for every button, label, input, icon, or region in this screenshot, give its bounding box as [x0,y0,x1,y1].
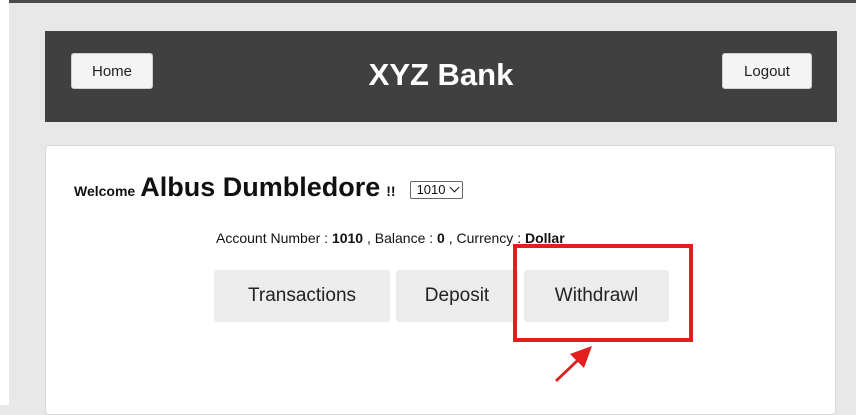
account-panel: Welcome Albus Dumbledore !! 1010 Account… [45,145,836,415]
welcome-line: Welcome Albus Dumbledore !! 1010 [74,172,463,203]
red-arrow-icon [555,346,592,382]
account-select-value: 1010 [416,182,446,197]
balance-label: , Balance : [367,230,434,246]
balance-value: 0 [437,230,445,246]
window-top-border [0,0,856,3]
customer-name: Albus Dumbledore [140,172,381,202]
welcome-label: Welcome [74,183,136,199]
deposit-button[interactable]: Deposit [396,270,518,322]
account-select[interactable]: 1010 [409,180,463,199]
currency-label: , Currency : [448,230,522,246]
chevron-down-icon [449,182,459,193]
annotation-highlight-box [513,244,693,342]
logout-button[interactable]: Logout [722,53,812,89]
bank-header: Home XYZ Bank Logout [45,31,837,122]
account-number-label: Account Number : [216,230,329,246]
transactions-button[interactable]: Transactions [214,270,390,322]
window-left-edge [0,0,9,405]
welcome-suffix: !! [386,183,396,199]
bank-title: XYZ Bank [368,57,514,92]
account-number-value: 1010 [331,230,364,246]
